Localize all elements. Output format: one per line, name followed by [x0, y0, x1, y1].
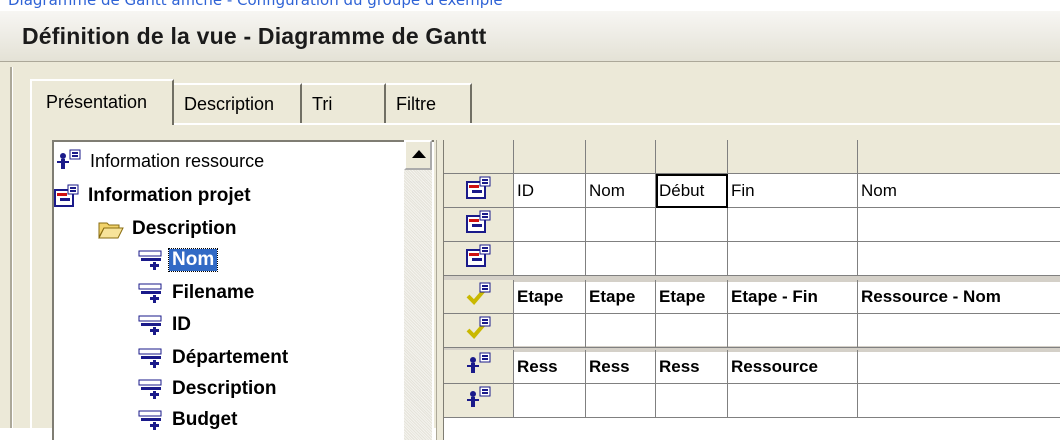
grid-column-header[interactable] [586, 140, 656, 174]
tree-item-filename[interactable]: Filename [138, 281, 257, 305]
grid-cell[interactable] [858, 314, 1060, 348]
grid-cell[interactable] [728, 314, 858, 348]
tab-label: Filtre [396, 94, 436, 114]
grid-cell[interactable]: Ressource [728, 350, 858, 384]
tree-item-label: Description [132, 218, 237, 239]
grid-cell[interactable] [656, 314, 728, 348]
tree-item-label: Information projet [88, 185, 251, 206]
task-row-icon [466, 316, 492, 345]
grid-cell[interactable]: Ress [586, 350, 656, 384]
grid-column-header[interactable] [858, 140, 1060, 174]
field-icon [138, 283, 162, 303]
tree-item-information-ressource[interactable]: Information ressource [56, 149, 267, 173]
grid-cell[interactable]: Etape [586, 280, 656, 314]
tab-presentation[interactable]: Présentation [30, 79, 174, 125]
window-title: Définition de la vue - Diagramme de Gant… [22, 23, 487, 49]
tab-description[interactable]: Description [172, 83, 302, 123]
tree-item-budget[interactable]: Budget [138, 408, 240, 432]
tree-item-label: Nom [167, 248, 219, 272]
grid-cell[interactable] [858, 384, 1060, 418]
grid-cell[interactable] [514, 384, 586, 418]
grid-cell[interactable]: Ress [514, 350, 586, 384]
field-icon [138, 315, 162, 335]
folder-open-icon [98, 222, 124, 239]
grid-cell[interactable] [656, 242, 728, 276]
resource-row-icon [466, 386, 492, 415]
grid-row-header[interactable] [444, 280, 514, 314]
resource-row-icon [466, 352, 492, 381]
tree-item-label: ID [172, 314, 191, 335]
grid-row-header[interactable] [444, 350, 514, 384]
grid-cell[interactable] [656, 208, 728, 242]
tab-label: Tri [312, 94, 333, 114]
grid-cell[interactable]: ID [514, 174, 586, 208]
tree-item-label: Filename [172, 282, 255, 303]
grid-cell[interactable]: Etape [656, 280, 728, 314]
grid-column-header[interactable] [728, 140, 858, 174]
grid-row-header[interactable] [444, 242, 514, 276]
grid-cell[interactable] [858, 350, 1060, 384]
grid-cell[interactable] [586, 242, 656, 276]
tree-item-departement[interactable]: Département [138, 346, 291, 370]
title-bar: Définition de la vue - Diagramme de Gant… [0, 11, 1060, 62]
grid-cell[interactable] [586, 314, 656, 348]
grid-cell[interactable] [514, 208, 586, 242]
project-row-icon [465, 176, 492, 205]
grid-row-header[interactable] [444, 174, 514, 208]
field-icon [138, 379, 162, 399]
field-icon [138, 410, 162, 430]
tree-item-label: Description [172, 378, 277, 399]
tree-scrollbar[interactable] [404, 140, 432, 440]
tree-item-description-folder[interactable]: Description [98, 217, 240, 241]
grid-cell[interactable] [728, 384, 858, 418]
field-tree[interactable]: Information ressource Information projet… [52, 140, 434, 440]
field-icon [138, 250, 162, 270]
project-row-icon [465, 244, 492, 273]
tree-item-nom[interactable]: Nom [138, 248, 219, 272]
grid-column-header[interactable] [656, 140, 728, 174]
grid-cell[interactable] [858, 242, 1060, 276]
tab-tri[interactable]: Tri [300, 83, 386, 123]
project-row-icon [465, 210, 492, 239]
grid-cell[interactable] [514, 314, 586, 348]
tree-item-description[interactable]: Description [138, 377, 280, 401]
tree-item-id[interactable]: ID [138, 313, 194, 337]
project-info-icon [54, 184, 79, 207]
grid-column-header[interactable] [514, 140, 586, 174]
grid-cell[interactable] [858, 208, 1060, 242]
grid-row-header[interactable] [444, 208, 514, 242]
grid-cell[interactable]: Etape [514, 280, 586, 314]
dialog-frame-edge [10, 67, 13, 428]
tree-item-information-projet[interactable]: Information projet [54, 184, 254, 208]
resource-info-icon [57, 149, 81, 169]
scroll-up-arrow-icon[interactable] [404, 140, 432, 170]
tree-item-label: Information ressource [90, 150, 265, 171]
caption-fragment: Diagramme de Gantt affiché - Configurati… [8, 0, 503, 9]
grid-cell[interactable]: Début [656, 174, 728, 208]
grid-cell[interactable]: Etape - Fin [728, 280, 858, 314]
grid-cell[interactable]: Ressource - Nom [858, 280, 1060, 314]
grid-cell[interactable] [514, 242, 586, 276]
grid-row-header[interactable] [444, 384, 514, 418]
grid-cell[interactable] [586, 208, 656, 242]
grid-cell[interactable]: Fin [728, 174, 858, 208]
grid-cell[interactable]: Nom [586, 174, 656, 208]
task-row-icon [466, 282, 492, 311]
tab-label: Description [184, 94, 275, 114]
grid-corner[interactable] [444, 140, 514, 174]
field-icon [138, 348, 162, 368]
tree-item-label: Département [172, 347, 289, 368]
tab-filtre[interactable]: Filtre [384, 83, 472, 123]
grid-cell[interactable] [656, 384, 728, 418]
tab-label: Présentation [46, 92, 148, 112]
grid-cell[interactable]: Nom [858, 174, 1060, 208]
grid-cell[interactable]: Ress [656, 350, 728, 384]
grid-cell[interactable] [586, 384, 656, 418]
grid-row-header[interactable] [444, 314, 514, 348]
grid-cell[interactable] [728, 242, 858, 276]
layout-grid[interactable]: ID Nom Début Fin Nom Etape Etape Etape Etape - F… [444, 140, 1060, 440]
grid-cell[interactable] [728, 208, 858, 242]
